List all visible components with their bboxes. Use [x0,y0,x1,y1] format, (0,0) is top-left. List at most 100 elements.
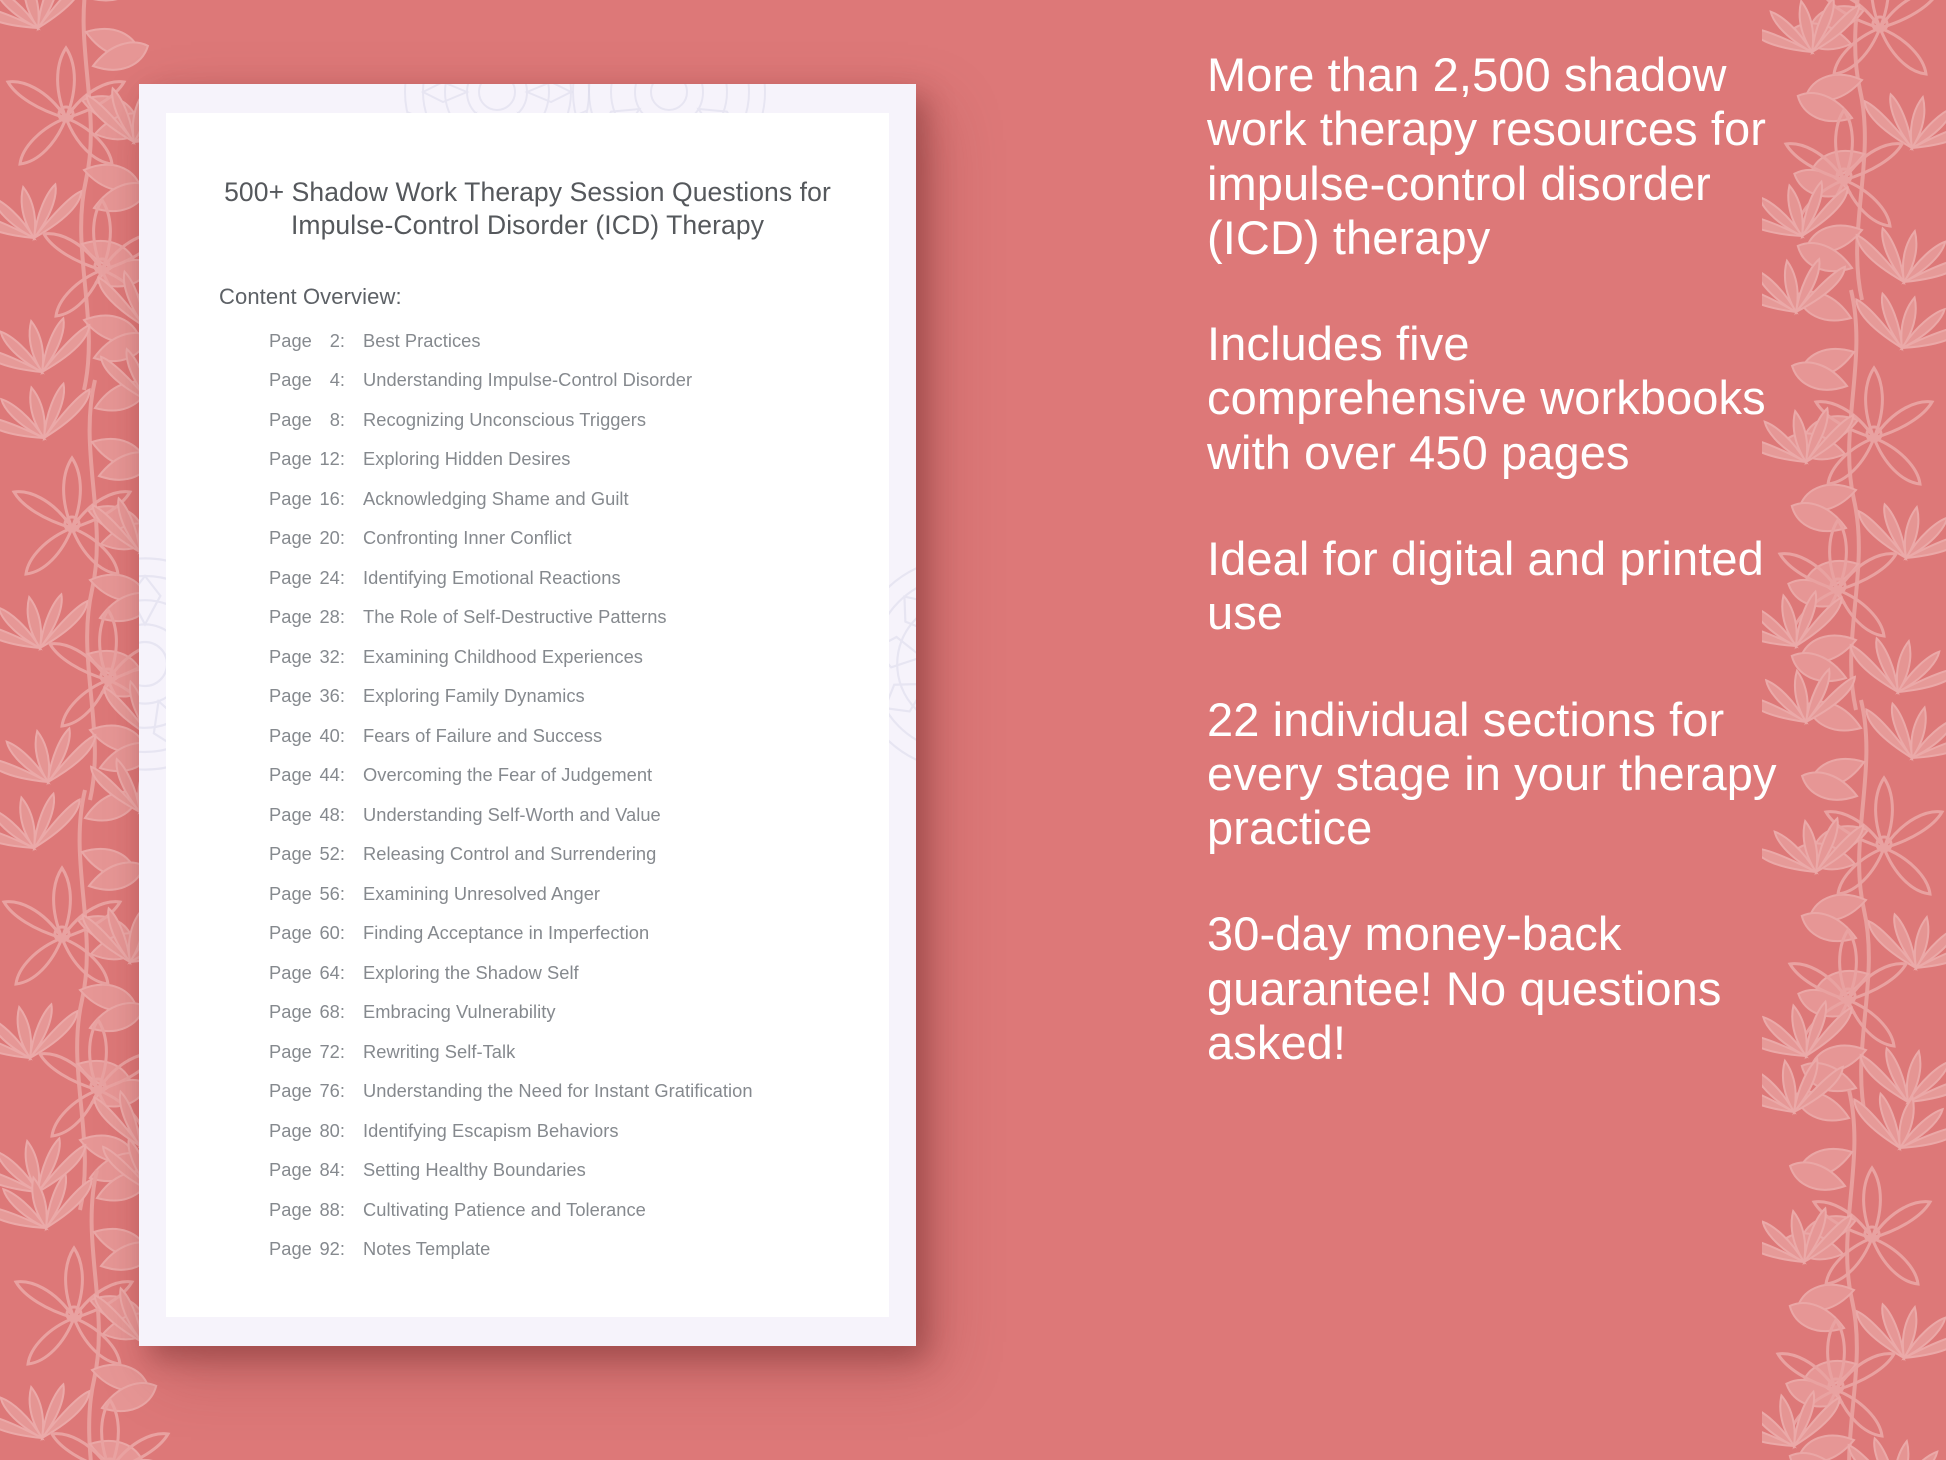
toc-entry-page: Page 12: [269,448,355,470]
toc-page-word: Page [269,882,312,904]
toc-entry-title: Notes Template [363,1238,491,1260]
toc-entry: Page 60: Finding Acceptance in Imperfecti… [166,922,889,962]
toc-entry-title: Rewriting Self-Talk [363,1040,516,1062]
toc-page-number: 36: [319,685,346,707]
content-overview-label: Content Overview: [219,283,402,309]
toc-page-number: 52: [319,843,346,865]
toc-entry: Page 36: Exploring Family Dynamics [166,685,889,725]
toc-entry: Page 56: Examining Unresolved Anger [166,883,889,923]
toc-entry-title: Exploring Family Dynamics [363,685,585,707]
toc-entry-page: Page 56: [269,883,355,905]
toc-entry: Page 12: Exploring Hidden Desires [166,448,889,488]
toc-page-number: 64: [319,961,346,983]
toc-entry: Page 8: Recognizing Unconscious Triggers [166,409,889,449]
toc-page-word: Page [269,1238,312,1260]
toc-page-number: 16: [319,487,346,509]
toc-page-number: 2: [329,329,346,351]
toc-page-word: Page [269,685,312,707]
toc-entry: Page 44: Overcoming the Fear of Judgement [166,764,889,804]
toc-entry-page: Page 36: [269,685,355,707]
toc-entry-title: Best Practices [363,329,481,351]
toc-page-word: Page [269,843,312,865]
toc-page-number: 24: [319,566,346,588]
toc-page-word: Page [269,487,312,509]
toc-entry-page: Page 4: [269,369,355,391]
toc-page-number: 72: [319,1040,346,1062]
toc-page-word: Page [269,724,312,746]
toc-entry-page: Page 20: [269,527,355,549]
toc-entry-page: Page 28: [269,606,355,628]
toc-entry: Page 48: Understanding Self-Worth and Val… [166,804,889,844]
toc-entry: Page 88: Cultivating Patience and Toleran… [166,1199,889,1239]
toc-entry: Page 24: Identifying Emotional Reactions [166,567,889,607]
toc-entry-page: Page 88: [269,1199,355,1221]
toc-page-number: 32: [319,645,346,667]
toc-entry-title: Confronting Inner Conflict [363,527,572,549]
toc-entry-page: Page 52: [269,843,355,865]
toc-page-number: 28: [319,606,346,628]
toc-entry-page: Page 2: [269,330,355,352]
toc-entry: Page 4: Understanding Impulse-Control Dis… [166,369,889,409]
toc-entry-page: Page 72: [269,1041,355,1063]
toc-page-number: 80: [319,1119,346,1141]
toc-page-word: Page [269,1198,312,1220]
toc-entry-title: Acknowledging Shame and Guilt [363,487,629,509]
toc-entry: Page 92: Notes Template [166,1238,889,1278]
toc-page-word: Page [269,764,312,786]
toc-page-word: Page [269,1001,312,1023]
toc-entry-title: Examining Unresolved Anger [363,882,601,904]
document-page: 500+ Shadow Work Therapy Session Questio… [166,113,889,1317]
toc-entry-page: Page 24: [269,567,355,589]
toc-page-number: 56: [319,882,346,904]
toc-entry: Page 64: Exploring the Shadow Self [166,962,889,1002]
toc-page-word: Page [269,527,312,549]
toc-entry-title: Embracing Vulnerability [363,1001,556,1023]
toc-page-word: Page [269,566,312,588]
toc-page-word: Page [269,645,312,667]
toc-entry-title: Setting Healthy Boundaries [363,1159,586,1181]
toc-page-number: 20: [319,527,346,549]
toc-entry-page: Page 76: [269,1080,355,1102]
toc-entry-page: Page 44: [269,764,355,786]
toc-entry-page: Page 8: [269,409,355,431]
toc-page-number: 88: [319,1198,346,1220]
toc-entry-page: Page 16: [269,488,355,510]
benefit-text: 22 individual sections for every stage i… [1207,692,1777,855]
benefit-text: Includes five comprehensive workbooks wi… [1207,317,1766,479]
toc-entry: Page 84: Setting Healthy Boundaries [166,1159,889,1199]
toc-entry-title: Understanding Impulse-Control Disorder [363,369,693,391]
toc-page-number: 4: [329,369,346,391]
toc-page-word: Page [269,408,312,430]
toc-entry-title: Understanding Self-Worth and Value [363,803,661,825]
toc-page-number: 84: [319,1159,346,1181]
toc-entry-title: Exploring the Shadow Self [363,961,579,983]
toc-entry: Page 20: Confronting Inner Conflict [166,527,889,567]
toc-page-number: 40: [319,724,346,746]
toc-page-number: 92: [319,1238,346,1260]
toc-entry-page: Page 80: [269,1120,355,1142]
toc-page-word: Page [269,369,312,391]
toc-page-word: Page [269,961,312,983]
benefits-list: More than 2,500 shadow work therapy reso… [1207,48,1797,1070]
toc-entry-page: Page 60: [269,922,355,944]
toc-page-number: 44: [319,764,346,786]
toc-entry-page: Page 40: [269,725,355,747]
toc-page-word: Page [269,1159,312,1181]
toc-page-number: 12: [319,448,346,470]
document-preview-card: 500+ Shadow Work Therapy Session Questio… [139,84,916,1346]
toc-entry-page: Page 64: [269,962,355,984]
benefit-text: Ideal for digital and printed use [1207,531,1764,640]
toc-page-word: Page [269,606,312,628]
toc-entry-title: Cultivating Patience and Tolerance [363,1198,646,1220]
toc-page-number: 76: [319,1080,346,1102]
toc-page-word: Page [269,1119,312,1141]
toc-entry: Page 80: Identifying Escapism Behaviors [166,1120,889,1160]
toc-entry-page: Page 68: [269,1001,355,1023]
toc-page-word: Page [269,448,312,470]
benefit-text: More than 2,500 shadow work therapy reso… [1207,48,1766,264]
toc-entry-title: The Role of Self-Destructive Patterns [363,606,667,628]
toc-entry-title: Understanding the Need for Instant Grati… [363,1080,753,1102]
toc-entry: Page 76: Understanding the Need for Insta… [166,1080,889,1120]
toc-entry: Page 72: Rewriting Self-Talk [166,1041,889,1081]
toc-entry-title: Identifying Escapism Behaviors [363,1119,619,1141]
